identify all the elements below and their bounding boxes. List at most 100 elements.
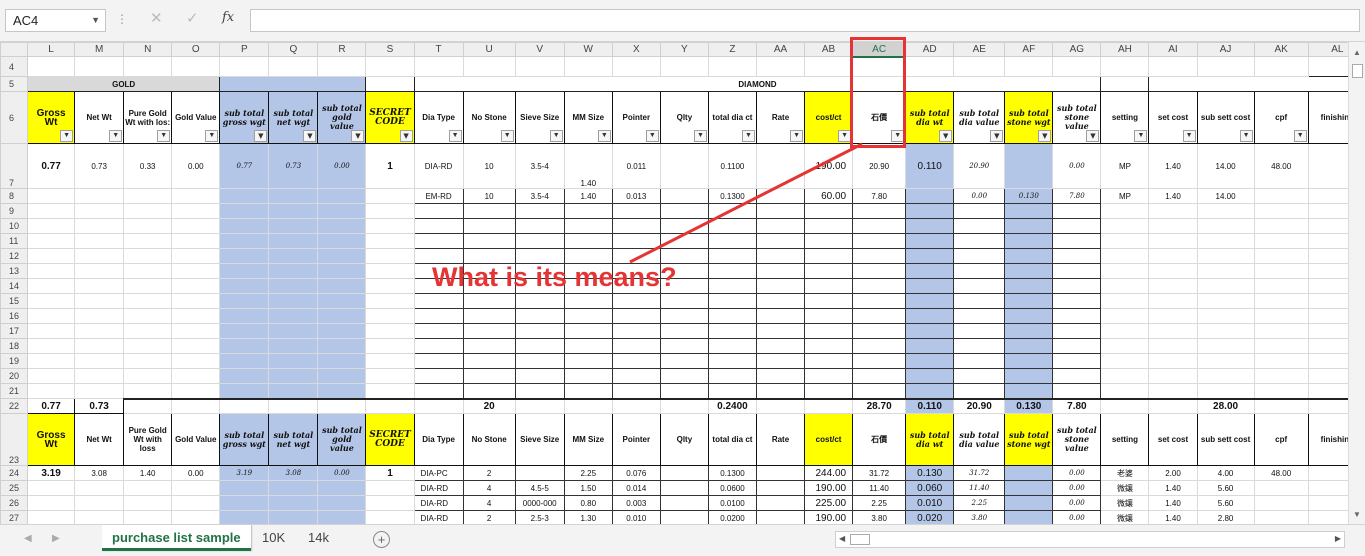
col-header[interactable]: AI — [1148, 42, 1198, 57]
row-header[interactable]: 11 — [0, 233, 29, 249]
filter-dropdown-icon[interactable]: ▼ — [254, 130, 268, 142]
cell[interactable]: 10 — [462, 188, 516, 204]
cell[interactable]: 0.060 — [905, 480, 955, 496]
col-header[interactable]: AB — [804, 42, 854, 57]
scroll-right-icon[interactable]: ▶ — [1335, 534, 1341, 543]
cell[interactable]: 2.00 — [1148, 465, 1198, 481]
col-header[interactable]: W — [563, 42, 613, 57]
cell[interactable]: MP — [1100, 188, 1150, 204]
cell[interactable]: 20 — [462, 397, 516, 414]
cell[interactable]: 0.020 — [905, 510, 955, 524]
cell[interactable]: 0.2400 — [707, 397, 757, 414]
cell[interactable]: 4 — [462, 495, 516, 511]
add-sheet-icon[interactable]: + — [373, 531, 390, 548]
cell[interactable]: 0.0200 — [707, 510, 757, 524]
cell[interactable]: 1.40 — [563, 188, 613, 204]
cell[interactable]: 0.73 — [268, 143, 319, 189]
row-header[interactable]: 17 — [0, 323, 29, 339]
cell[interactable]: 225.00 — [804, 495, 854, 511]
insert-function-icon[interactable]: fx — [222, 10, 234, 25]
cell[interactable]: 0.076 — [611, 465, 661, 481]
horizontal-scrollbar[interactable]: ◀ ▶ — [835, 531, 1345, 548]
cell[interactable]: 4.5-5 — [514, 480, 565, 496]
row-header[interactable]: 9 — [0, 203, 29, 219]
name-box[interactable]: AC4 ▼ — [5, 9, 106, 32]
cell[interactable]: 0.014 — [611, 480, 661, 496]
cell[interactable]: 7.80 — [852, 188, 907, 204]
filter-dropdown-icon[interactable]: ▼ — [1086, 130, 1100, 142]
col-header[interactable]: AL — [1307, 42, 1348, 57]
scroll-down-icon[interactable]: ▼ — [1353, 510, 1361, 519]
chevron-down-icon[interactable]: ▼ — [91, 10, 100, 31]
filter-dropdown-icon[interactable]: ▼ — [693, 130, 707, 142]
cell[interactable]: 3.08 — [74, 465, 125, 481]
scroll-left-icon[interactable]: ◀ — [839, 534, 845, 543]
col-header[interactable]: T — [413, 42, 464, 57]
cell[interactable]: 190.00 — [804, 510, 854, 524]
filter-dropdown-icon[interactable]: ▼ — [109, 130, 123, 142]
cell[interactable]: 5.60 — [1196, 480, 1255, 496]
cell[interactable]: 0.77 — [27, 143, 76, 189]
cell[interactable]: 微鑲 — [1100, 480, 1150, 496]
row-header[interactable]: 21 — [0, 383, 29, 399]
cell[interactable]: 7.80 — [1052, 188, 1102, 204]
cell[interactable]: 20.90 — [953, 397, 1006, 414]
scroll-thumb[interactable] — [1352, 64, 1363, 78]
cell[interactable]: 0.010 — [611, 510, 661, 524]
filter-dropdown-icon[interactable]: ▼ — [939, 130, 953, 142]
cell[interactable]: 14.00 — [1196, 188, 1255, 204]
filter-dropdown-icon[interactable]: ▼ — [60, 130, 74, 142]
col-header[interactable]: O — [171, 42, 221, 57]
cell[interactable]: 2 — [462, 465, 516, 481]
cancel-icon[interactable]: ✕ — [150, 9, 163, 27]
cell[interactable]: 0.00 — [317, 465, 367, 481]
row-header[interactable]: 19 — [0, 353, 29, 369]
cell[interactable]: 28.70 — [852, 397, 907, 414]
row-header[interactable]: 22 — [0, 398, 29, 414]
row-header[interactable]: 7 — [0, 143, 29, 189]
row-header[interactable]: 26 — [0, 495, 29, 511]
cell[interactable]: 2.25 — [563, 465, 613, 481]
cell[interactable]: DIA-RD — [413, 510, 464, 524]
filter-dropdown-icon[interactable]: ▼ — [597, 130, 611, 142]
row-header[interactable]: 5 — [0, 76, 29, 92]
cell[interactable]: DIA-RD — [413, 143, 464, 189]
filter-dropdown-icon[interactable]: ▼ — [1182, 130, 1196, 142]
row-header[interactable]: 6 — [0, 91, 29, 144]
cell[interactable]: DIA-PC — [413, 465, 464, 481]
col-header[interactable]: AH — [1100, 42, 1150, 57]
cell[interactable]: 20.90 — [953, 143, 1006, 189]
cell[interactable]: 2.5-3 — [514, 510, 565, 524]
scroll-up-icon[interactable]: ▲ — [1353, 48, 1361, 57]
scroll-thumb[interactable] — [850, 534, 870, 545]
cell[interactable]: 3.80 — [953, 510, 1006, 524]
cell[interactable]: 190.00 — [804, 480, 854, 496]
cell[interactable]: 老婆 — [1100, 465, 1150, 481]
cell[interactable]: 1.40 — [123, 465, 173, 481]
cell[interactable]: 28.00 — [1196, 397, 1255, 414]
cell[interactable]: 4 — [462, 480, 516, 496]
cell[interactable]: 2.80 — [1196, 510, 1255, 524]
filter-dropdown-icon[interactable]: ▼ — [351, 130, 365, 142]
cell[interactable] — [755, 143, 806, 189]
cell[interactable]: 31.72 — [953, 465, 1006, 481]
tab-10k[interactable]: 10K — [252, 525, 295, 551]
row-header[interactable]: 25 — [0, 480, 29, 496]
cell[interactable]: 48.00 — [1253, 143, 1309, 189]
cell[interactable]: 3.08 — [268, 465, 319, 481]
filter-dropdown-icon[interactable]: ▼ — [1239, 130, 1253, 142]
col-header[interactable]: S — [365, 42, 415, 57]
filter-dropdown-icon[interactable]: ▼ — [205, 130, 219, 142]
filter-dropdown-icon[interactable]: ▼ — [741, 130, 755, 142]
row-header[interactable]: 27 — [0, 510, 29, 524]
cell[interactable]: 0.1300 — [707, 188, 757, 204]
cell[interactable]: 1.30 — [563, 510, 613, 524]
col-header[interactable]: L — [27, 42, 76, 57]
cell[interactable]: 0.00 — [1052, 143, 1102, 189]
cell[interactable]: 0.00 — [171, 465, 221, 481]
cell[interactable]: 3.5-4 — [514, 143, 565, 189]
cell[interactable]: 0.003 — [611, 495, 661, 511]
row-header[interactable]: 8 — [0, 188, 29, 204]
col-header[interactable]: R — [317, 42, 367, 57]
tab-scroll-left-icon[interactable]: ◀ — [24, 533, 32, 544]
